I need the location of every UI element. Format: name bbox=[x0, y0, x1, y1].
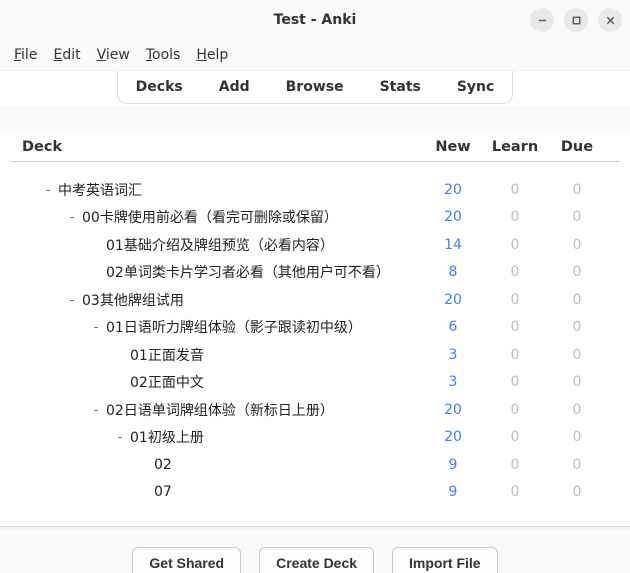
collapse-toggle-icon[interactable]: - bbox=[66, 210, 78, 224]
column-header-deck[interactable]: Deck bbox=[22, 139, 422, 155]
deck-new-count: 6 bbox=[422, 319, 484, 335]
tabbar-container: DecksAddBrowseStatsSync bbox=[0, 70, 630, 106]
deck-due-count: 0 bbox=[546, 347, 608, 363]
deck-list[interactable]: -中考英语词汇2000-00卡牌使用前必看（看完可删除或保留）200001基础介… bbox=[10, 176, 620, 526]
deck-new-count: 20 bbox=[422, 182, 484, 198]
import-file-button[interactable]: Import File bbox=[392, 547, 498, 573]
deck-name-link[interactable]: 03其他牌组试用 bbox=[82, 290, 184, 310]
get-shared-button[interactable]: Get Shared bbox=[132, 547, 241, 573]
deck-name-link[interactable]: 07 bbox=[154, 484, 172, 500]
close-button[interactable] bbox=[598, 8, 622, 32]
deck-learn-count: 0 bbox=[484, 347, 546, 363]
deck-due-count: 0 bbox=[546, 292, 608, 308]
deck-name-link[interactable]: 02 bbox=[154, 457, 172, 473]
deck-due-count: 0 bbox=[546, 237, 608, 253]
deck-row[interactable]: 02正面中文300 bbox=[10, 369, 620, 397]
deck-name-link[interactable]: 中考英语词汇 bbox=[58, 180, 142, 200]
deck-row[interactable]: 01基础介绍及牌组预览（必看内容）1400 bbox=[10, 231, 620, 259]
deck-new-count: 20 bbox=[422, 292, 484, 308]
minimize-button[interactable] bbox=[530, 8, 554, 32]
deck-due-count: 0 bbox=[546, 209, 608, 225]
deck-due-count: 0 bbox=[546, 402, 608, 418]
deck-name-link[interactable]: 02日语单词牌组体验（新标日上册） bbox=[106, 400, 334, 420]
deck-due-count: 0 bbox=[546, 374, 608, 390]
titlebar: Test - Anki bbox=[0, 0, 630, 40]
deck-learn-count: 0 bbox=[484, 484, 546, 500]
menu-item-help[interactable]: Help bbox=[196, 47, 228, 63]
deck-new-count: 20 bbox=[422, 402, 484, 418]
deck-new-count: 3 bbox=[422, 347, 484, 363]
tab-decks[interactable]: Decks bbox=[118, 71, 201, 103]
tab-browse[interactable]: Browse bbox=[268, 71, 362, 103]
column-header-new[interactable]: New bbox=[422, 139, 484, 155]
create-deck-button[interactable]: Create Deck bbox=[259, 547, 374, 573]
deck-learn-count: 0 bbox=[484, 182, 546, 198]
collapse-toggle-icon[interactable]: - bbox=[114, 430, 126, 444]
deck-learn-count: 0 bbox=[484, 374, 546, 390]
column-header-due[interactable]: Due bbox=[546, 139, 608, 155]
window-controls bbox=[530, 8, 622, 32]
deck-learn-count: 0 bbox=[484, 292, 546, 308]
deck-new-count: 8 bbox=[422, 264, 484, 280]
deck-due-count: 0 bbox=[546, 264, 608, 280]
collapse-toggle-icon[interactable]: - bbox=[42, 183, 54, 197]
deck-name-link[interactable]: 00卡牌使用前必看（看完可删除或保留） bbox=[82, 207, 338, 227]
deck-learn-count: 0 bbox=[484, 429, 546, 445]
close-icon bbox=[605, 15, 616, 26]
window-title: Test - Anki bbox=[274, 12, 357, 28]
deck-due-count: 0 bbox=[546, 457, 608, 473]
deck-new-count: 14 bbox=[422, 237, 484, 253]
bottom-toolbar: Get Shared Create Deck Import File bbox=[0, 533, 630, 573]
deck-row[interactable]: -01初级上册2000 bbox=[10, 424, 620, 452]
tabbar: DecksAddBrowseStatsSync bbox=[117, 71, 514, 104]
deck-row[interactable]: -01日语听力牌组体验（影子跟读初中级）600 bbox=[10, 314, 620, 342]
deck-name-link[interactable]: 01初级上册 bbox=[130, 427, 204, 447]
deck-due-count: 0 bbox=[546, 429, 608, 445]
deck-new-count: 3 bbox=[422, 374, 484, 390]
deck-row[interactable]: 01正面发音300 bbox=[10, 341, 620, 369]
deck-new-count: 20 bbox=[422, 429, 484, 445]
deck-row[interactable]: -03其他牌组试用2000 bbox=[10, 286, 620, 314]
deck-name-link[interactable]: 01正面发音 bbox=[130, 345, 204, 365]
deck-row[interactable]: 07900 bbox=[10, 479, 620, 507]
deck-learn-count: 0 bbox=[484, 457, 546, 473]
deck-due-count: 0 bbox=[546, 319, 608, 335]
tab-sync[interactable]: Sync bbox=[439, 71, 512, 103]
deck-new-count: 9 bbox=[422, 457, 484, 473]
deck-new-count: 20 bbox=[422, 209, 484, 225]
deck-learn-count: 0 bbox=[484, 209, 546, 225]
deck-name-link[interactable]: 01基础介绍及牌组预览（必看内容） bbox=[106, 235, 334, 255]
menu-item-file[interactable]: File bbox=[14, 47, 37, 63]
collapse-toggle-icon[interactable]: - bbox=[66, 293, 78, 307]
deck-name-link[interactable]: 01日语听力牌组体验（影子跟读初中级） bbox=[106, 317, 362, 337]
deck-row[interactable]: -02日语单词牌组体验（新标日上册）2000 bbox=[10, 396, 620, 424]
tab-stats[interactable]: Stats bbox=[362, 71, 439, 103]
menubar: File Edit View Tools Help bbox=[0, 40, 630, 70]
menu-item-edit[interactable]: Edit bbox=[53, 47, 80, 63]
main-panel: Deck New Learn Due -中考英语词汇2000-00卡牌使用前必看… bbox=[0, 132, 630, 533]
tab-add[interactable]: Add bbox=[201, 71, 268, 103]
deck-new-count: 9 bbox=[422, 484, 484, 500]
deck-due-count: 0 bbox=[546, 484, 608, 500]
minimize-icon bbox=[537, 15, 548, 26]
deck-row[interactable]: -00卡牌使用前必看（看完可删除或保留）2000 bbox=[10, 204, 620, 232]
deck-learn-count: 0 bbox=[484, 402, 546, 418]
deck-name-link[interactable]: 02单词类卡片学习者必看（其他用户可不看） bbox=[106, 262, 390, 282]
deck-table-header: Deck New Learn Due bbox=[10, 132, 620, 162]
deck-due-count: 0 bbox=[546, 182, 608, 198]
deck-name-link[interactable]: 02正面中文 bbox=[130, 372, 204, 392]
deck-row[interactable]: 02900 bbox=[10, 451, 620, 479]
maximize-button[interactable] bbox=[564, 8, 588, 32]
collapse-toggle-icon[interactable]: - bbox=[90, 403, 102, 417]
maximize-icon bbox=[571, 15, 582, 26]
menu-item-view[interactable]: View bbox=[97, 47, 130, 63]
deck-learn-count: 0 bbox=[484, 237, 546, 253]
deck-learn-count: 0 bbox=[484, 319, 546, 335]
column-header-learn[interactable]: Learn bbox=[484, 139, 546, 155]
deck-row[interactable]: 02单词类卡片学习者必看（其他用户可不看）800 bbox=[10, 259, 620, 287]
menu-item-tools[interactable]: Tools bbox=[146, 47, 181, 63]
deck-learn-count: 0 bbox=[484, 264, 546, 280]
deck-row[interactable]: -中考英语词汇2000 bbox=[10, 176, 620, 204]
collapse-toggle-icon[interactable]: - bbox=[90, 320, 102, 334]
